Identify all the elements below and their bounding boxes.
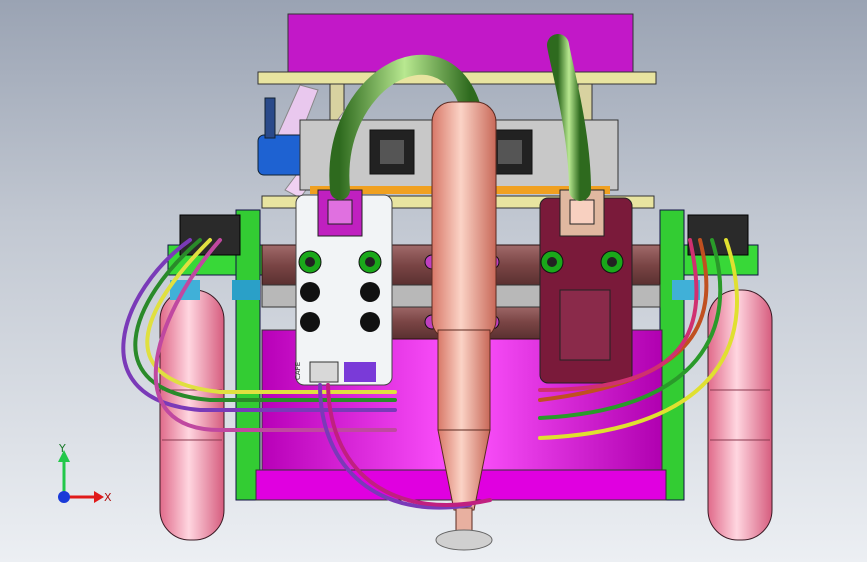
board-label-left: CAFE xyxy=(294,362,302,380)
sensor-board-left: CAFE xyxy=(294,189,393,386)
right-wheel xyxy=(707,289,773,541)
orientation-triad: Y X xyxy=(58,442,112,504)
sensor-board-right xyxy=(539,189,633,384)
triad-y-label: Y xyxy=(58,442,66,455)
3d-model-viewport[interactable]: CAFE Y X xyxy=(0,0,867,562)
robot-assembly-model[interactable]: CAFE Y X xyxy=(0,0,867,562)
triad-x-label: X xyxy=(104,491,112,504)
